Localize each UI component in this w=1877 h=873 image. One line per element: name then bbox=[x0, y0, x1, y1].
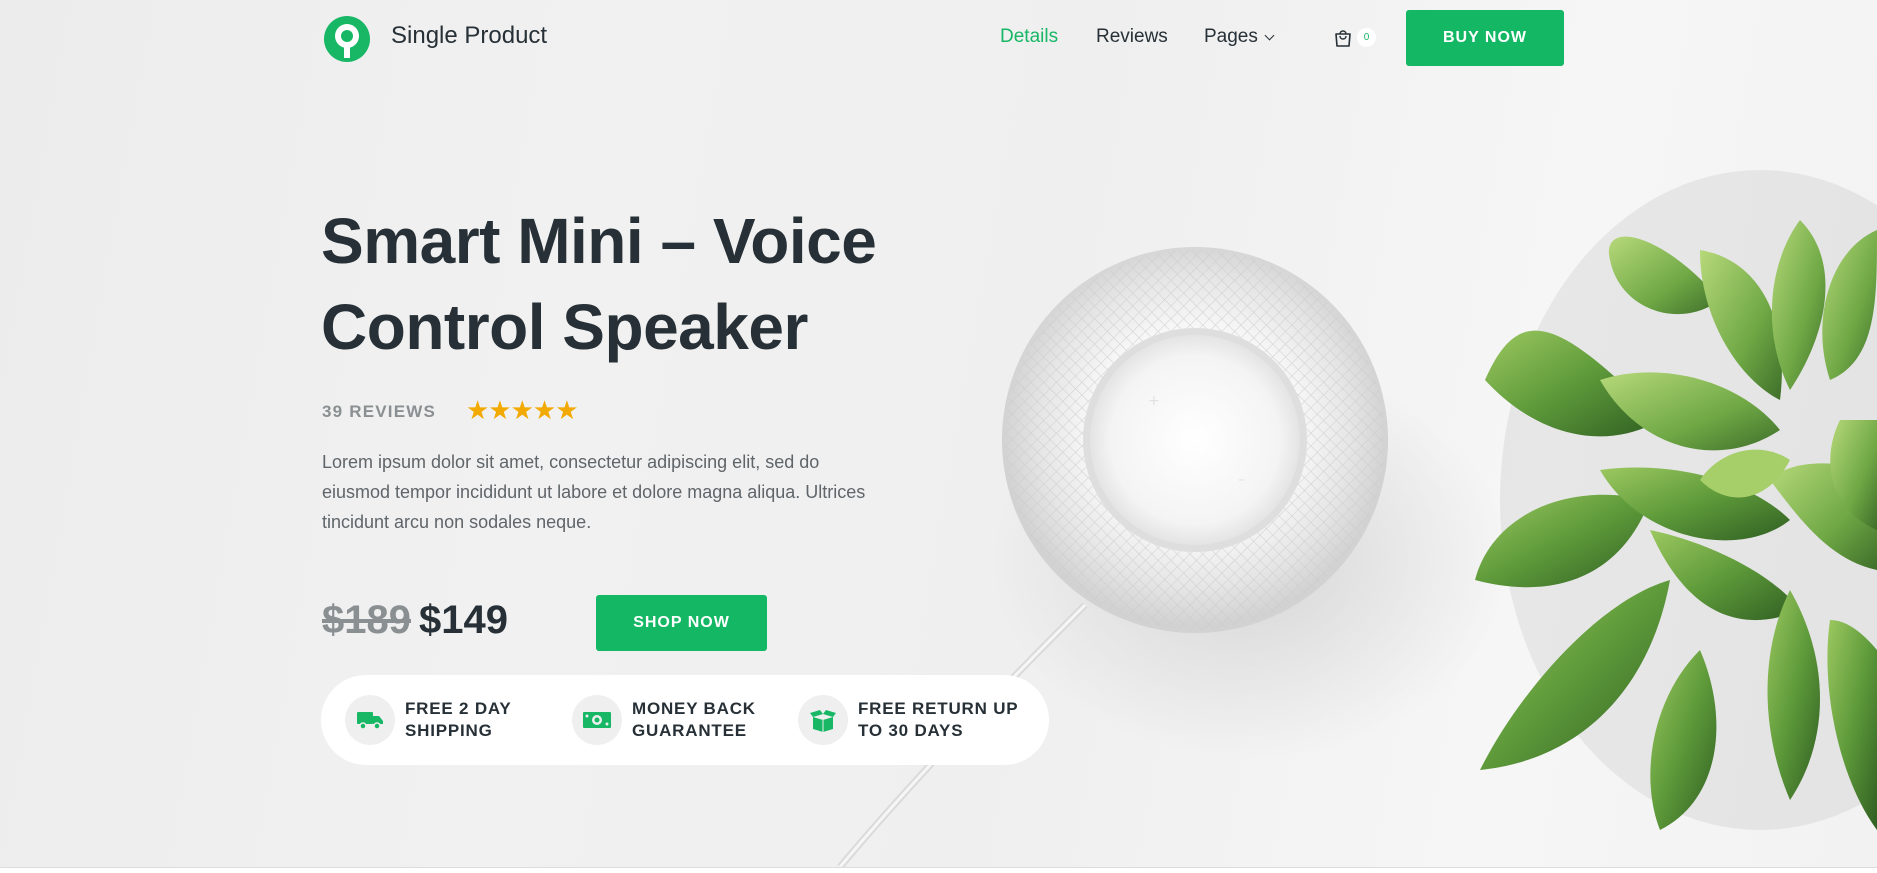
nav-reviews[interactable]: Reviews bbox=[1096, 26, 1168, 48]
feature-shipping-text: FREE 2 DAY SHIPPING bbox=[405, 699, 512, 740]
money-icon bbox=[572, 695, 622, 745]
product-title: Smart Mini – Voice Control Speaker bbox=[321, 205, 877, 363]
cart-count-badge: 0 bbox=[1357, 28, 1376, 47]
page-bottom-border bbox=[0, 867, 1877, 873]
chevron-down-icon bbox=[1264, 30, 1275, 41]
box-icon bbox=[798, 695, 848, 745]
hero-section: + – Single Product Details Reviews Pages… bbox=[0, 0, 1877, 867]
star-rating: ★★★★★ bbox=[466, 395, 579, 425]
logo-icon[interactable] bbox=[322, 14, 372, 64]
product-description: Lorem ipsum dolor sit amet, consectetur … bbox=[322, 452, 866, 532]
svg-text:+: + bbox=[1148, 393, 1160, 409]
truck-icon bbox=[345, 695, 395, 745]
nav-pages[interactable]: Pages bbox=[1204, 26, 1275, 48]
current-price: $149 bbox=[419, 598, 508, 642]
shopping-bag-icon[interactable] bbox=[1333, 28, 1353, 48]
feature-money-back-text: MONEY BACK GUARANTEE bbox=[632, 699, 756, 740]
shop-now-button[interactable]: SHOP NOW bbox=[596, 595, 767, 651]
buy-now-button[interactable]: BUY NOW bbox=[1406, 10, 1564, 66]
brand-name[interactable]: Single Product bbox=[391, 22, 547, 50]
nav-pages-label: Pages bbox=[1204, 26, 1258, 47]
feature-return-text: FREE RETURN UP TO 30 DAYS bbox=[858, 699, 1019, 740]
features-bar: FREE 2 DAY SHIPPING MONEY BACK GUARANTEE bbox=[321, 675, 1049, 765]
old-price: $189 bbox=[322, 598, 411, 642]
svg-text:–: – bbox=[1238, 472, 1245, 488]
nav-details[interactable]: Details bbox=[1000, 26, 1058, 48]
reviews-count[interactable]: 39 REVIEWS bbox=[322, 402, 436, 422]
